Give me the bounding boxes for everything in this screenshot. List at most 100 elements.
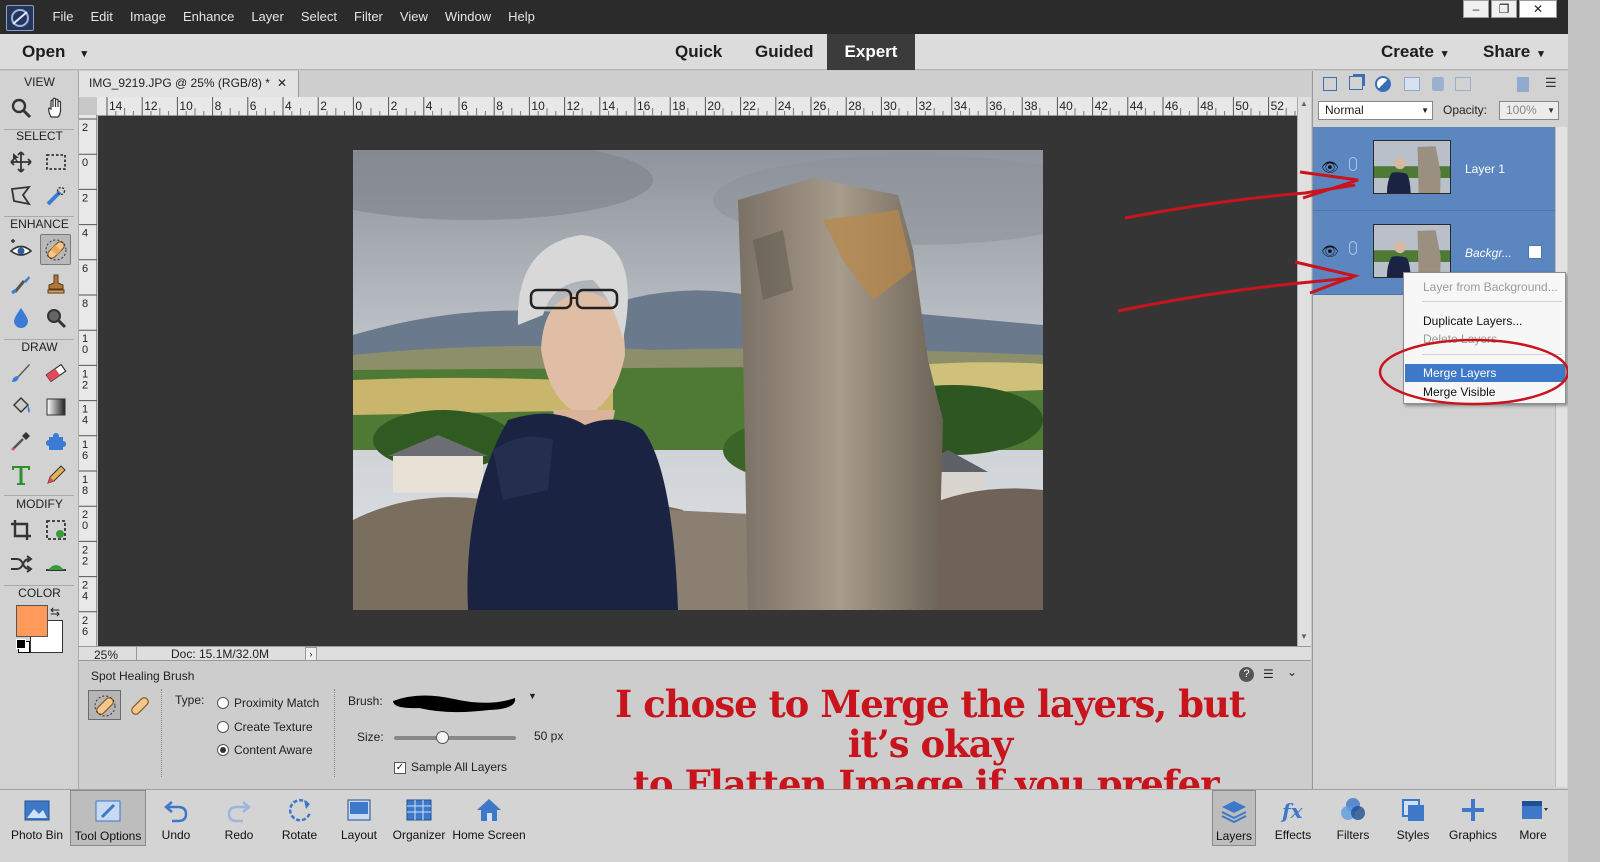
close-icon[interactable]: ✕ [277,71,287,95]
brush-tool[interactable] [5,357,36,388]
help-icon[interactable]: ? [1239,667,1254,682]
redo-button[interactable]: Redo [213,790,265,846]
crop-tool[interactable] [5,514,36,545]
menu-item-merge-layers[interactable]: Merge Layers [1405,364,1565,382]
menu-select[interactable]: Select [292,0,345,34]
red-eye-tool[interactable] [5,234,36,265]
menu-help[interactable]: Help [500,0,544,34]
filters-button[interactable]: Filters [1330,790,1376,846]
blur-tool[interactable] [5,302,36,333]
paint-bucket-tool[interactable] [5,391,36,422]
more-button[interactable]: More [1510,790,1556,846]
create-button[interactable]: Create ▾ [1381,34,1447,70]
options-menu-icon[interactable]: ☰ [1263,667,1274,681]
vertical-scrollbar[interactable]: ▲ ▼ [1297,97,1311,646]
tab-guided[interactable]: Guided [755,34,814,70]
menu-layer[interactable]: Layer [243,0,293,34]
scroll-down-icon[interactable]: ▼ [1300,632,1308,641]
radio-proximity-match[interactable]: Proximity Match [217,696,319,710]
canvas-area[interactable] [98,116,1297,646]
app-logo-icon[interactable] [6,5,34,31]
checkmark-icon[interactable]: ✓ [394,761,406,774]
document-tab[interactable]: IMG_9219.JPG @ 25% (RGB/8) * ✕ [79,71,299,97]
chevron-right-icon[interactable]: › [305,647,317,661]
trash-icon[interactable] [1517,77,1529,92]
straighten-tool[interactable] [40,548,71,579]
type-tool[interactable] [5,459,36,490]
photo-image[interactable] [353,150,1043,610]
scroll-up-icon[interactable]: ▲ [1300,99,1308,108]
layer-mask-icon[interactable] [1404,77,1420,91]
smart-brush-tool[interactable] [5,268,36,299]
lock-transparency-icon[interactable] [1455,77,1471,91]
menu-item-duplicate-layers[interactable]: Duplicate Layers... [1405,312,1565,330]
lasso-tool[interactable] [5,180,36,211]
minimize-button[interactable]: – [1463,0,1489,18]
new-layer-icon[interactable] [1323,77,1337,91]
graphics-button[interactable]: Graphics [1446,790,1500,846]
layer-row-layer-1[interactable]: 👁 Layer 1 [1313,127,1558,211]
custom-shape-tool[interactable] [40,425,71,456]
menu-filter[interactable]: Filter [346,0,392,34]
layer-name[interactable]: Layer 1 [1465,162,1505,176]
effects-button[interactable]: fx Effects [1270,790,1316,846]
menu-item-merge-visible[interactable]: Merge Visible [1405,383,1565,401]
link-icon[interactable] [1349,241,1357,255]
radio-button[interactable] [217,744,229,756]
sponge-tool[interactable] [40,302,71,333]
pencil-tool[interactable] [40,459,71,490]
new-group-icon[interactable] [1349,76,1363,90]
marquee-tool[interactable] [40,146,71,177]
panel-menu-icon[interactable]: ☰ [1545,75,1557,91]
menu-view[interactable]: View [391,0,436,34]
menu-item-layer-from-background[interactable]: Layer from Background... [1405,278,1565,296]
sample-all-layers-checkbox[interactable]: ✓ Sample All Layers [394,760,507,774]
quick-selection-tool[interactable] [40,180,71,211]
tool-options-button[interactable]: Tool Options [70,790,146,846]
radio-content-aware[interactable]: Content Aware [217,743,313,757]
blend-mode-select[interactable]: Normal ▼ [1318,101,1433,120]
restore-button[interactable]: ❐ [1491,0,1517,18]
spot-healing-option[interactable] [88,690,121,720]
hand-tool[interactable] [40,92,71,123]
layers-scrollbar[interactable] [1555,127,1567,787]
menu-item-delete-layers[interactable]: Delete Layers [1405,330,1565,348]
gradient-tool[interactable] [40,391,71,422]
layers-button[interactable]: Layers [1212,790,1256,846]
opacity-field[interactable]: 100% ▼ [1499,101,1559,120]
close-button[interactable]: ✕ [1519,0,1557,18]
menu-edit[interactable]: Edit [82,0,121,34]
default-colors-icon[interactable] [16,639,26,649]
layout-button[interactable]: Layout [336,790,382,846]
move-tool[interactable] [5,146,36,177]
radio-button[interactable] [217,697,229,709]
zoom-level[interactable]: 25% [79,647,137,662]
swap-colors-icon[interactable]: ⇆ [50,605,60,619]
organizer-button[interactable]: Organizer [390,790,448,846]
adjustment-layer-icon[interactable] [1375,76,1391,92]
eraser-tool[interactable] [40,357,71,388]
clone-stamp-tool[interactable] [40,268,71,299]
radio-button[interactable] [217,721,229,733]
foreground-color-swatch[interactable] [16,605,48,637]
content-aware-move-tool[interactable] [5,548,36,579]
photo-bin-button[interactable]: Photo Bin [6,790,68,846]
eye-icon[interactable]: 👁 [1321,243,1339,260]
eyedropper-tool[interactable] [5,425,36,456]
zoom-tool[interactable] [5,92,36,123]
tab-quick[interactable]: Quick [675,34,722,70]
radio-create-texture[interactable]: Create Texture [217,720,313,734]
home-screen-button[interactable]: Home Screen [452,790,526,846]
menu-window[interactable]: Window [436,0,499,34]
rotate-button[interactable]: Rotate [272,790,327,846]
size-slider-handle[interactable] [435,731,449,744]
share-button[interactable]: Share ▾ [1483,34,1544,70]
styles-button[interactable]: Styles [1390,790,1436,846]
menu-enhance[interactable]: Enhance [175,0,243,34]
brush-preview[interactable] [389,689,519,713]
menu-image[interactable]: Image [121,0,174,34]
undo-button[interactable]: Undo [150,790,202,846]
lock-icon[interactable] [1432,77,1444,91]
tab-expert[interactable]: Expert [827,34,915,70]
eye-icon[interactable]: 👁 [1321,159,1339,176]
